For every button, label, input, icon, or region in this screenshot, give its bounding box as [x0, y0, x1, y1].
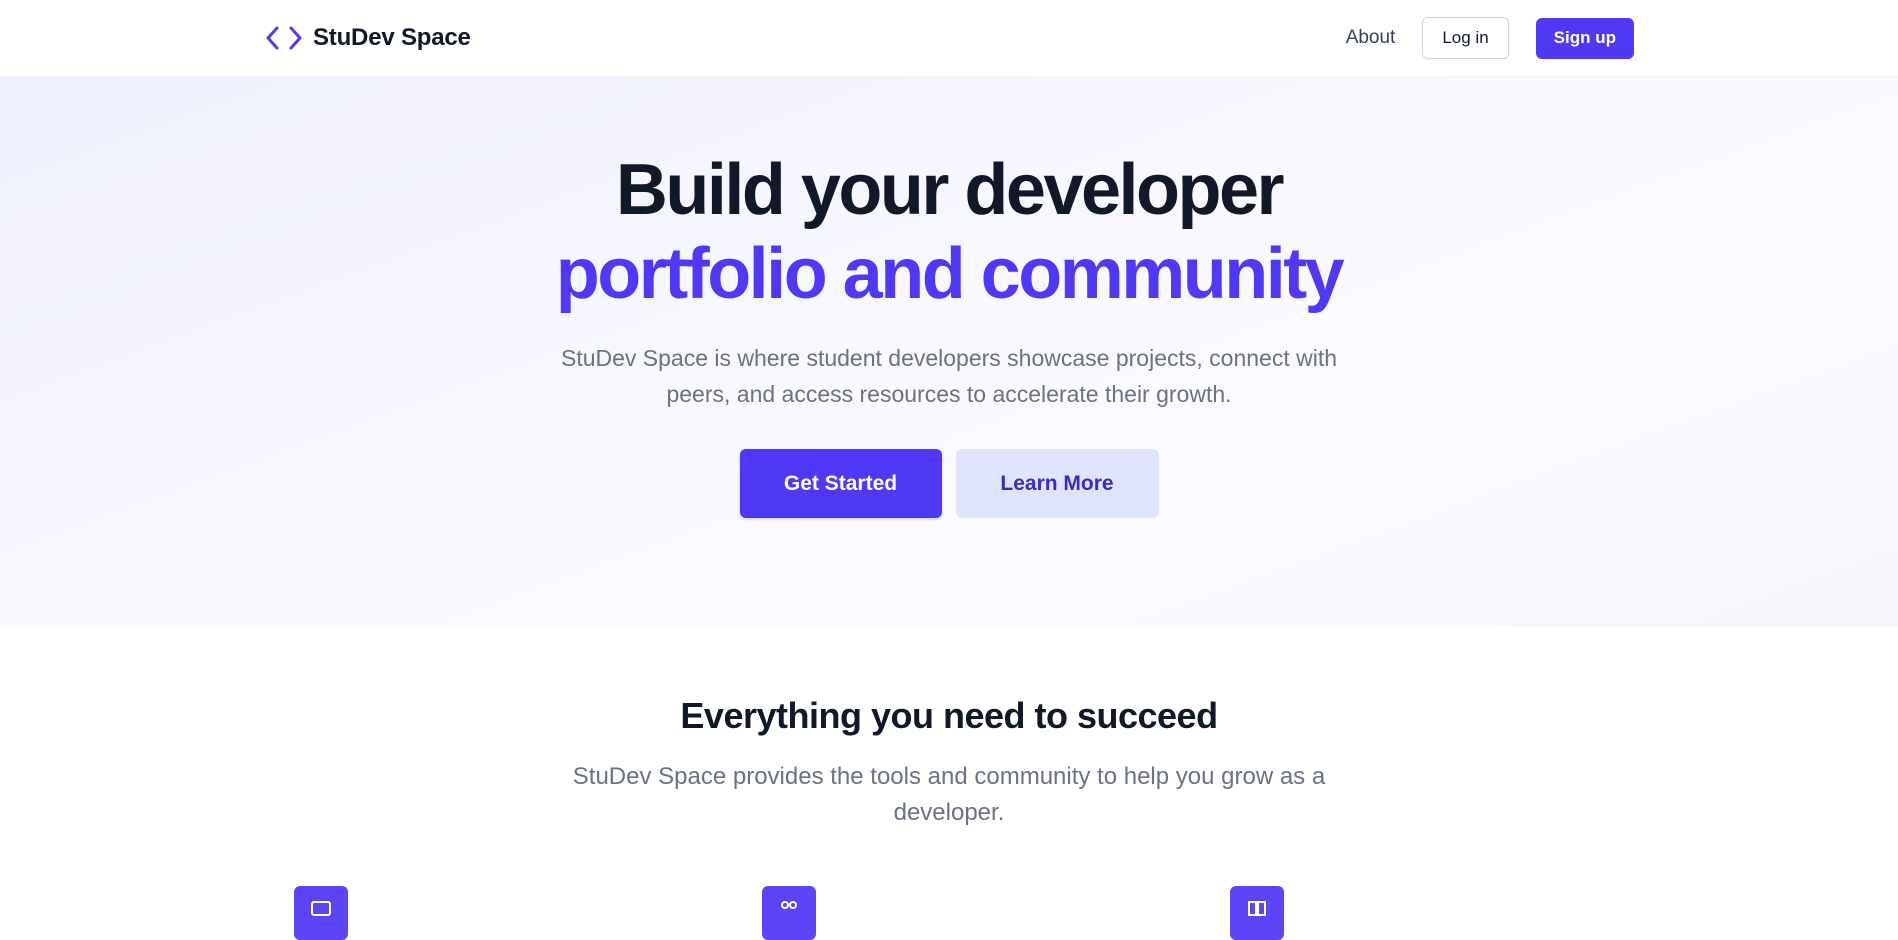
learn-more-button[interactable]: Learn More [955, 449, 1159, 518]
get-started-button[interactable]: Get Started [739, 449, 942, 518]
login-button[interactable]: Log in [1422, 17, 1509, 59]
resources-icon [1230, 886, 1284, 940]
hero-actions: Get Started Learn More [0, 449, 1898, 518]
brand-logo-link[interactable]: StuDev Space [265, 22, 471, 54]
portfolio-icon [294, 886, 348, 940]
hero-title: Build your developer portfolio and commu… [0, 148, 1898, 316]
hero-title-line1: Build your developer [615, 150, 1285, 230]
nav-about-link[interactable]: About [1346, 27, 1396, 49]
features-subtitle: StuDev Space provides the tools and comm… [572, 763, 1326, 826]
top-navbar: StuDev Space About Log in Sign up [0, 0, 1898, 77]
nav-actions: About Log in Sign up [1346, 17, 1634, 59]
community-icon [762, 886, 816, 940]
code-brackets-icon [266, 26, 302, 50]
features-title: Everything you need to succeed [680, 695, 1218, 736]
signup-button[interactable]: Sign up [1535, 17, 1634, 59]
hero-title-line2-highlight: portfolio and community [555, 234, 1345, 314]
hero-subtitle: StuDev Space is where student developers… [560, 345, 1338, 407]
brand-name: StuDev Space [313, 24, 471, 51]
